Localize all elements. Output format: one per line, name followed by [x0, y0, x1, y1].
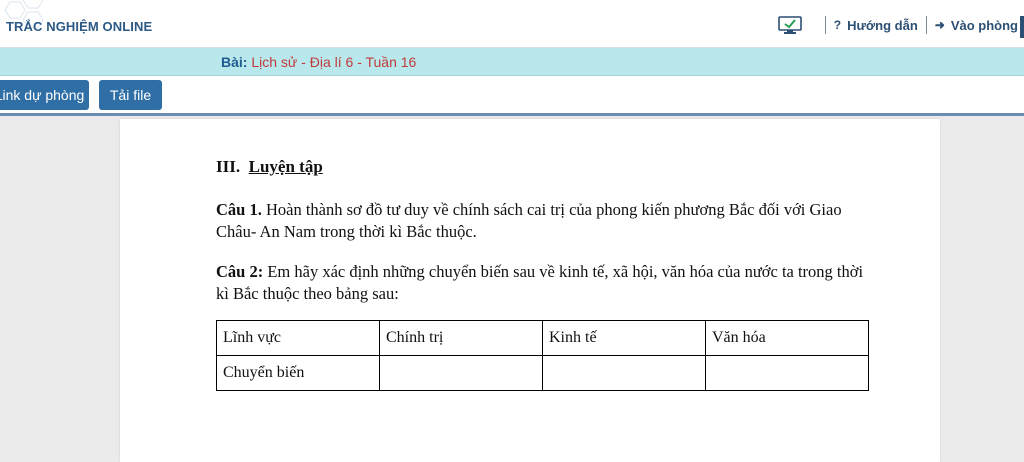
heading-number: III.	[216, 157, 241, 176]
table-header-cell: Lĩnh vực	[216, 320, 380, 356]
question-1-text: Hoàn thành sơ đồ tư duy về chính sách ca…	[216, 200, 842, 241]
question-2-label: Câu 2:	[216, 262, 264, 281]
toolbar: Link dự phòng Tải file	[0, 76, 1024, 116]
lesson-prefix: Bài:	[221, 54, 248, 70]
table-row: Chuyển biến	[216, 355, 869, 391]
question-2-text: Em hãy xác định những chuyển biến sau về…	[216, 262, 864, 303]
question-icon: ?	[833, 18, 842, 32]
table-header-cell: Kinh tế	[542, 320, 706, 356]
top-header: TRẮC NGHIỆM ONLINE ? Hướng dẫn ➜ Vào phò…	[0, 0, 1024, 48]
monitor-check-icon[interactable]	[777, 15, 803, 35]
table-cell	[379, 355, 543, 391]
edge-marker	[1020, 16, 1024, 38]
nav-divider	[925, 16, 927, 34]
document-page: III. Luyện tập Câu 1. Hoàn thành sơ đồ t…	[120, 119, 940, 462]
sign-in-icon: ➜	[934, 18, 945, 32]
table-cell: Chuyển biến	[216, 355, 380, 391]
question-1: Câu 1. Hoàn thành sơ đồ tư duy về chính …	[216, 199, 866, 243]
nav-help-label: Hướng dẫn	[847, 17, 918, 33]
table-cell	[705, 355, 869, 391]
nav-divider	[824, 16, 826, 34]
download-file-button[interactable]: Tải file	[99, 80, 162, 110]
question-2: Câu 2: Em hãy xác định những chuyển biến…	[216, 261, 866, 305]
brand-title[interactable]: TRẮC NGHIỆM ONLINE	[6, 19, 152, 34]
section-heading: III. Luyện tập	[216, 157, 323, 177]
nav-join-room-label: Vào phòng	[950, 17, 1018, 33]
backup-link-button[interactable]: Link dự phòng	[0, 80, 89, 110]
question-1-label: Câu 1.	[216, 200, 262, 219]
nav-help[interactable]: ? Hướng dẫn	[834, 18, 918, 33]
lesson-info: Bài: Lịch sử - Địa lí 6 - Tuần 16	[221, 54, 416, 70]
lesson-bar: Bài: Lịch sử - Địa lí 6 - Tuần 16	[0, 48, 1024, 76]
table-header-cell: Văn hóa	[705, 320, 869, 356]
heading-text: Luyện tập	[248, 157, 323, 176]
lesson-title: Lịch sử - Địa lí 6 - Tuần 16	[251, 54, 417, 70]
header-nav: ? Hướng dẫn ➜ Vào phòng	[777, 14, 1018, 36]
table-cell	[542, 355, 706, 391]
answer-table: Lĩnh vực Chính trị Kinh tế Văn hóa Chuyể…	[216, 320, 869, 391]
table-header-row: Lĩnh vực Chính trị Kinh tế Văn hóa	[216, 320, 869, 356]
table-header-cell: Chính trị	[379, 320, 543, 356]
nav-join-room[interactable]: ➜ Vào phòng	[935, 18, 1018, 33]
